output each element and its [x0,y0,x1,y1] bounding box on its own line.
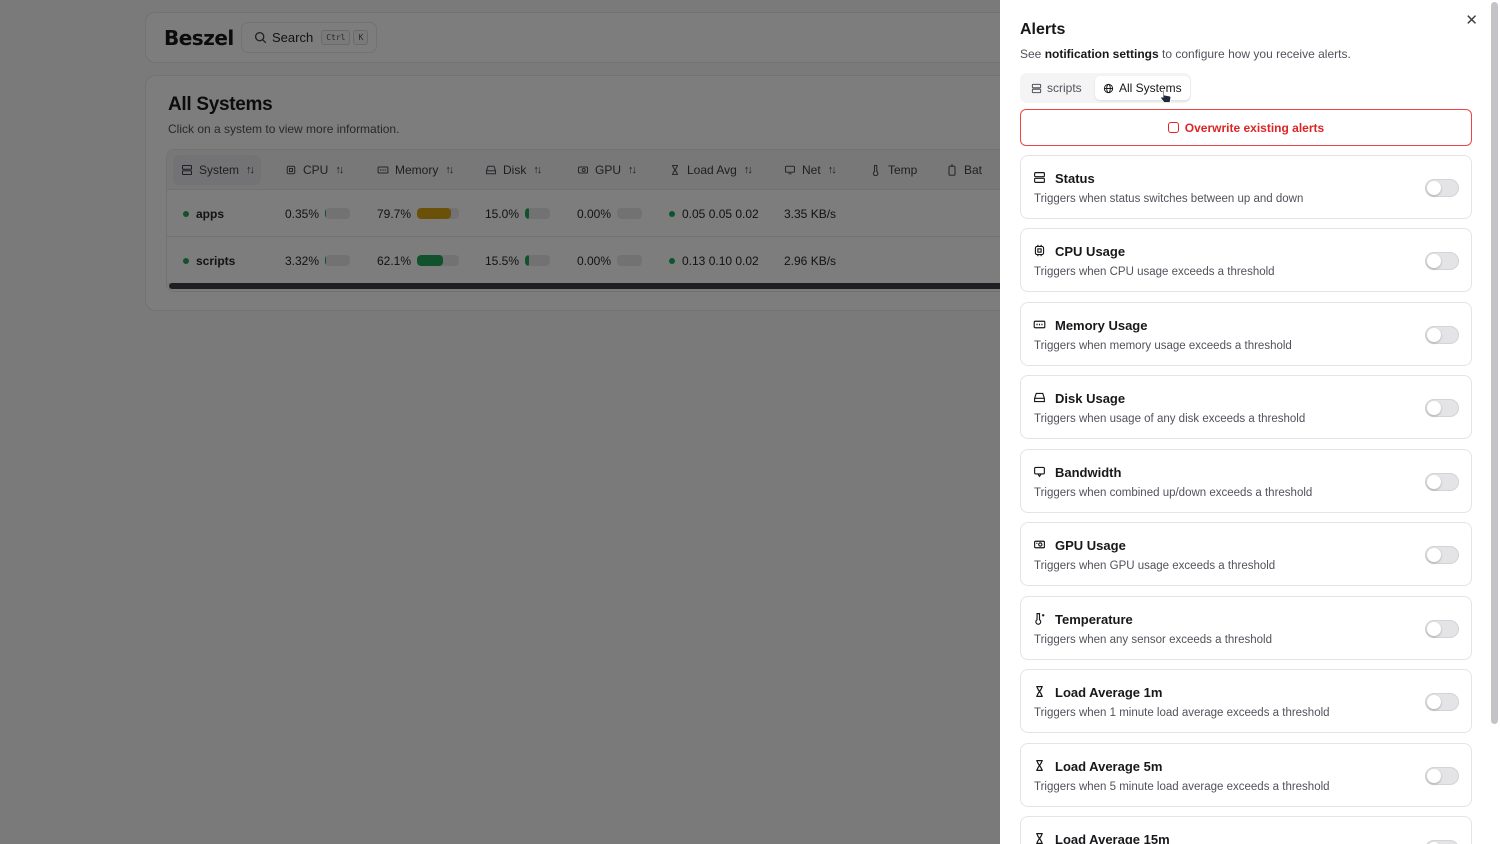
server-icon [1034,172,1045,183]
network-icon [1034,466,1045,478]
alert-card-cpu: CPU Usage Triggers when CPU usage exceed… [1020,228,1472,292]
toggle-knob [1427,181,1441,195]
hourglass-icon [1036,760,1043,771]
alert-name: Temperature [1055,612,1133,627]
alert-description: Triggers when CPU usage exceeds a thresh… [1034,266,1275,278]
alert-name: GPU Usage [1055,538,1126,553]
alert-description: Triggers when any sensor exceeds a thres… [1034,634,1273,646]
alert-description: Triggers when 5 minute load average exce… [1034,781,1330,793]
memory-icon [1033,320,1046,329]
gpu-icon [1034,540,1045,549]
alert-card-load-average-15m: Load Average 15m [1020,816,1472,844]
gpu-alert-toggle[interactable] [1425,546,1459,564]
overwrite-existing-alerts-checkbox[interactable]: Overwrite existing alerts [1020,109,1472,146]
sheet-subtitle: See notification settings to configure h… [1020,47,1351,61]
load-average-1m-alert-toggle[interactable] [1425,693,1459,711]
hourglass-icon [1036,686,1043,697]
status-alert-toggle[interactable] [1425,179,1459,197]
temperature-alert-toggle[interactable] [1425,620,1459,638]
hourglass-icon [1036,833,1043,844]
alert-name: Memory Usage [1055,318,1148,333]
toggle-knob [1427,328,1441,342]
notification-settings-link[interactable]: notification settings [1045,47,1159,61]
checkbox-icon [1167,122,1179,133]
alert-card-disk: Disk Usage Triggers when usage of any di… [1020,375,1472,439]
thermometer-icon [1035,613,1045,625]
close-icon[interactable]: ✕ [1465,11,1478,29]
toggle-knob [1427,622,1441,636]
toggle-knob [1427,254,1441,268]
alert-description: Triggers when GPU usage exceeds a thresh… [1034,560,1276,572]
alert-card-load-average-5m: Load Average 5m Triggers when 5 minute l… [1020,743,1472,807]
alert-description: Triggers when combined up/down exceeds a… [1034,487,1313,499]
alert-description: Triggers when memory usage exceeds a thr… [1034,340,1292,352]
alerts-sheet: ✕ Alerts See notification settings to co… [1000,0,1500,844]
load-average-15m-alert-toggle[interactable] [1425,840,1459,844]
server-icon [1031,83,1042,93]
sheet-title: Alerts [1020,21,1066,38]
alert-name: Status [1055,171,1095,186]
disk-alert-toggle[interactable] [1425,399,1459,417]
toggle-knob [1427,769,1441,783]
alert-name: Load Average 15m [1055,832,1170,844]
globe-icon [1103,83,1114,93]
toggle-knob [1427,401,1441,415]
alert-card-status: Status Triggers when status switches bet… [1020,155,1472,219]
cpu-icon [1034,244,1045,257]
tab-all-systems[interactable]: All Systems [1095,76,1190,100]
alert-card-load-average-1m: Load Average 1m Triggers when 1 minute l… [1020,669,1472,733]
alert-card-bandwidth: Bandwidth Triggers when combined up/down… [1020,449,1472,513]
disk-icon [1034,392,1045,403]
alert-name: Load Average 5m [1055,759,1163,774]
alert-description: Triggers when status switches between up… [1034,193,1304,205]
alert-name: Load Average 1m [1055,685,1163,700]
cpu-alert-toggle[interactable] [1425,252,1459,270]
toggle-knob [1427,548,1441,562]
alert-card-memory: Memory Usage Triggers when memory usage … [1020,302,1472,366]
vertical-scrollbar[interactable] [1491,2,1498,724]
alert-card-gpu: GPU Usage Triggers when GPU usage exceed… [1020,522,1472,586]
pointer-cursor-icon [1160,89,1172,103]
alert-description: Triggers when usage of any disk exceeds … [1034,413,1306,425]
alert-name: Disk Usage [1055,391,1126,406]
load-average-5m-alert-toggle[interactable] [1425,767,1459,785]
alert-card-temperature: Temperature Triggers when any sensor exc… [1020,596,1472,660]
toggle-knob [1427,475,1441,489]
toggle-knob [1427,695,1441,709]
memory-alert-toggle[interactable] [1425,326,1459,344]
tab-scripts[interactable]: scripts [1023,76,1090,100]
bandwidth-alert-toggle[interactable] [1425,473,1459,491]
alert-name: Bandwidth [1055,465,1122,480]
alert-name: CPU Usage [1055,244,1126,259]
alert-description: Triggers when 1 minute load average exce… [1034,707,1330,719]
